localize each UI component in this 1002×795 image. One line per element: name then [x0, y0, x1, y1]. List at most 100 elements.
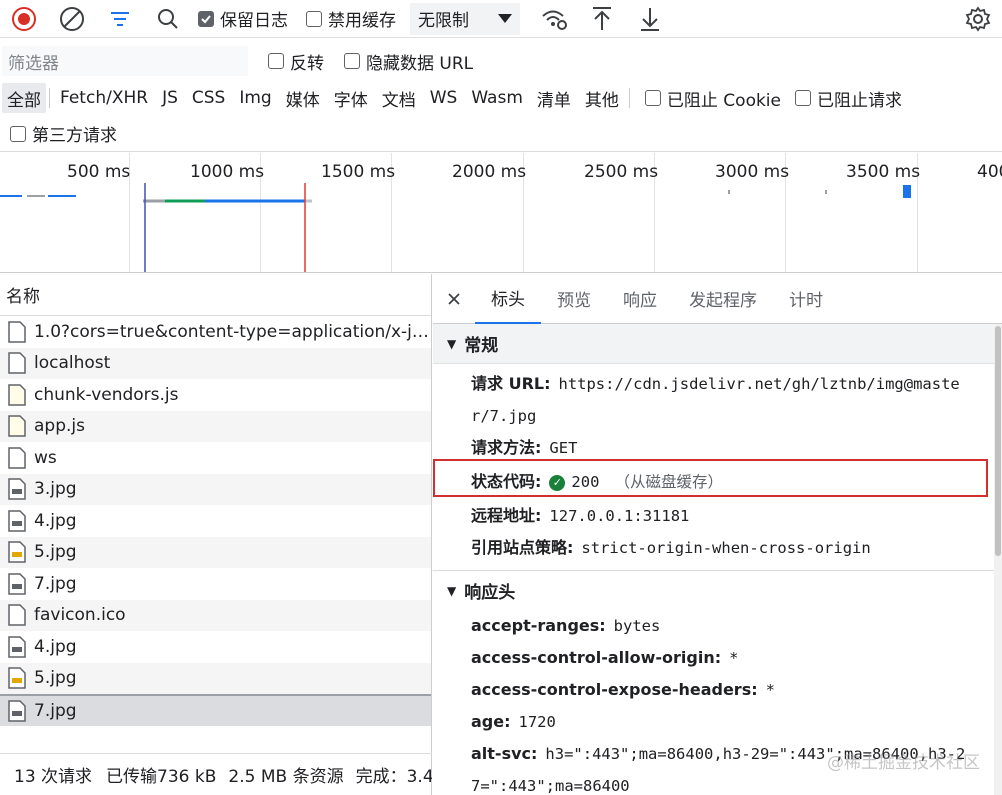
- status-ok-icon: ✓: [549, 475, 566, 491]
- table-row[interactable]: ws: [0, 442, 431, 474]
- network-conditions-button[interactable]: [530, 1, 578, 37]
- tab-preview[interactable]: 预览: [541, 274, 607, 324]
- type-font[interactable]: 字体: [327, 83, 375, 113]
- table-row[interactable]: 5.jpg: [0, 536, 431, 568]
- type-manifest[interactable]: 清单: [530, 83, 578, 113]
- disable-cache-checkbox[interactable]: 禁用缓存: [300, 1, 402, 37]
- response-headers-section-header[interactable]: ▼ 响应头: [433, 570, 1002, 610]
- clear-button[interactable]: [48, 1, 96, 37]
- header-key: access-control-expose-headers:: [471, 680, 758, 699]
- request-name: 5.jpg: [34, 542, 77, 563]
- table-row[interactable]: 7.jpg: [0, 568, 431, 600]
- invert-checkbox[interactable]: 反转: [268, 49, 324, 74]
- type-wasm[interactable]: Wasm: [464, 83, 530, 113]
- preserve-log-checkbox[interactable]: 保留日志: [192, 1, 294, 37]
- header-value: 1720: [518, 713, 556, 731]
- request-name: favicon.ico: [34, 605, 126, 626]
- header-key: access-control-allow-origin:: [471, 648, 722, 667]
- filter-input[interactable]: 筛选器: [2, 46, 248, 76]
- request-rows: 1.0?cors=true&content-type=application/x…: [0, 316, 431, 726]
- tab-headers[interactable]: 标头: [475, 274, 541, 324]
- dropdown-arrow-icon: [498, 13, 512, 23]
- search-button[interactable]: [144, 1, 192, 37]
- request-name: 4.jpg: [34, 510, 77, 531]
- header-key: 远程地址:: [471, 506, 542, 525]
- section-title: 常规: [464, 336, 499, 356]
- name-column-header[interactable]: 名称: [0, 274, 431, 316]
- type-media[interactable]: 媒体: [279, 83, 327, 113]
- table-row[interactable]: 4.jpg: [0, 505, 431, 537]
- table-row[interactable]: favicon.ico: [0, 599, 431, 631]
- record-button[interactable]: [0, 1, 48, 37]
- header-key: age:: [471, 712, 511, 731]
- vertical-scrollbar[interactable]: [994, 324, 1002, 795]
- blocked-requests-checkbox[interactable]: 已阻止请求: [795, 86, 902, 111]
- import-har-button[interactable]: [578, 1, 626, 37]
- request-name: localhost: [34, 353, 111, 374]
- detail-tabs: 标头 预览 响应 发起程序 计时: [433, 274, 1002, 324]
- table-row[interactable]: 5.jpg: [0, 662, 431, 694]
- type-ws[interactable]: WS: [423, 83, 465, 113]
- export-har-button[interactable]: [626, 1, 674, 37]
- table-row[interactable]: app.js: [0, 410, 431, 442]
- type-css[interactable]: CSS: [185, 83, 232, 113]
- type-label: JS: [162, 88, 178, 108]
- waterfall-bar: [903, 185, 911, 198]
- settings-button[interactable]: [954, 1, 1002, 37]
- image-file-icon: [8, 478, 26, 500]
- checkbox-unchecked-icon: [306, 10, 322, 27]
- checkbox-unchecked-icon: [644, 90, 661, 106]
- type-other[interactable]: 其他: [578, 83, 626, 113]
- hide-data-urls-label: 隐藏数据 URL: [366, 53, 474, 74]
- blocked-cookies-checkbox[interactable]: 已阻止 Cookie: [644, 86, 781, 111]
- summary-status-bar: 13 次请求 已传输736 kB 2.5 MB 条资源 完成：3.40: [0, 753, 432, 795]
- type-img[interactable]: Img: [232, 83, 278, 113]
- third-party-checkbox[interactable]: 第三方请求: [10, 121, 117, 146]
- filter-toggle-button[interactable]: [96, 1, 144, 37]
- type-js[interactable]: JS: [155, 83, 185, 113]
- close-detail-button[interactable]: [433, 274, 475, 324]
- type-doc[interactable]: 文档: [375, 83, 423, 113]
- tab-label: 预览: [557, 291, 591, 311]
- table-row[interactable]: 4.jpg: [0, 631, 431, 663]
- checkbox-unchecked-icon: [268, 53, 284, 69]
- table-row[interactable]: 1.0?cors=true&content-type=application/x…: [0, 316, 431, 348]
- request-name: 7.jpg: [34, 700, 77, 721]
- status-code-row: 状态代码: ✓ 200 （从磁盘缓存）: [433, 464, 1002, 500]
- request-name: 7.jpg: [34, 573, 77, 594]
- type-label: CSS: [191, 88, 226, 108]
- type-label: 文档: [381, 90, 416, 111]
- blocked-cookies-label: 已阻止 Cookie: [666, 90, 781, 111]
- request-list: 名称 1.0?cors=true&content-type=applicatio…: [0, 274, 432, 795]
- response-header-row: age: 1720: [433, 706, 1002, 738]
- hide-data-urls-checkbox[interactable]: 隐藏数据 URL: [344, 49, 473, 74]
- image-file-icon: [8, 636, 26, 658]
- collapse-triangle-icon: ▼: [447, 583, 457, 598]
- scrollbar-thumb[interactable]: [995, 326, 1001, 556]
- header-value: 127.0.0.1:31181: [549, 507, 690, 525]
- tab-timing[interactable]: 计时: [773, 274, 839, 324]
- general-section-header[interactable]: ▼ 常规: [433, 324, 1002, 364]
- image-file-icon: [8, 700, 26, 722]
- checkbox-unchecked-icon: [10, 125, 26, 142]
- tab-initiator[interactable]: 发起程序: [673, 274, 773, 324]
- table-row[interactable]: chunk-vendors.js: [0, 379, 431, 411]
- table-row[interactable]: localhost: [0, 347, 431, 379]
- throttling-select[interactable]: 无限制: [410, 2, 520, 35]
- type-fetch-xhr[interactable]: Fetch/XHR: [53, 83, 155, 113]
- tab-response[interactable]: 响应: [607, 274, 673, 324]
- table-row[interactable]: 3.jpg: [0, 473, 431, 505]
- type-all[interactable]: 全部: [2, 83, 46, 113]
- collapse-triangle-icon: ▼: [447, 336, 457, 351]
- download-icon: [641, 7, 659, 31]
- header-key: 请求 URL:: [471, 374, 551, 393]
- request-name: ws: [34, 447, 57, 468]
- waterfall-bars: [0, 183, 911, 272]
- header-key: accept-ranges:: [471, 616, 606, 635]
- table-row-selected[interactable]: 7.jpg: [0, 694, 431, 726]
- timeline-overview[interactable]: 500 ms 1000 ms 1500 ms 2000 ms 2500 ms 3…: [0, 153, 1002, 273]
- document-icon: [8, 352, 26, 374]
- header-value: bytes: [613, 617, 661, 635]
- document-icon: [8, 321, 26, 343]
- image-file-icon: [8, 573, 26, 595]
